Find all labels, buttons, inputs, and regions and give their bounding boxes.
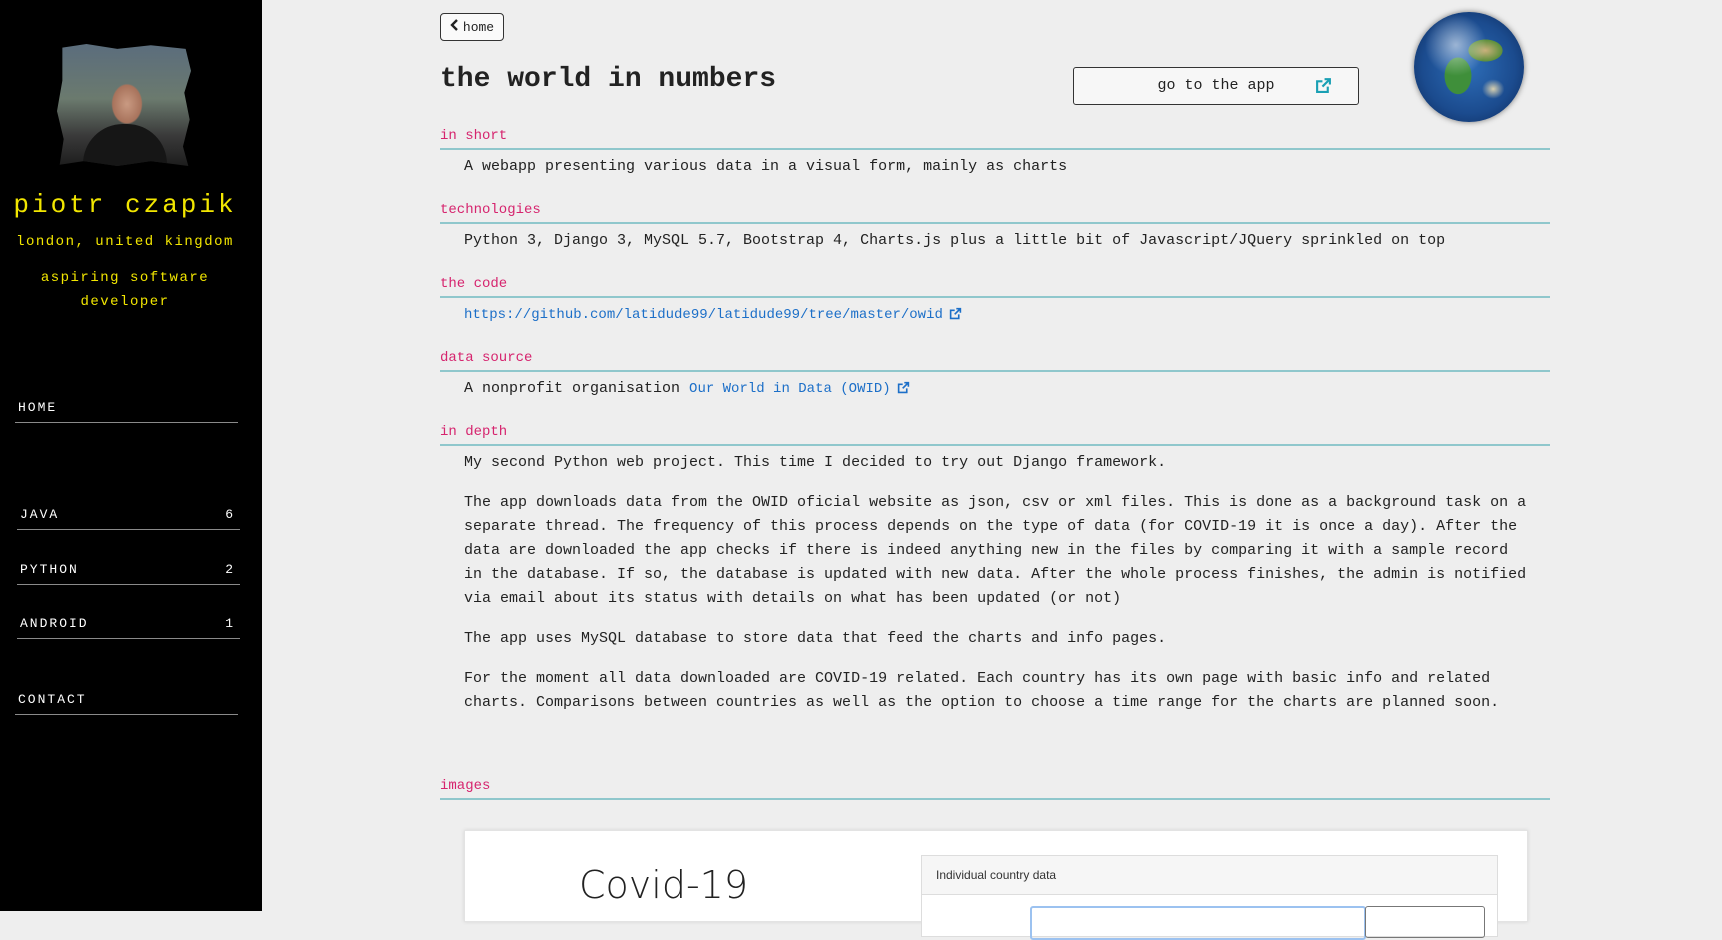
home-button-label: home [462,19,495,35]
nav-item-home[interactable]: HOME [15,398,238,423]
nav-item-label: PYTHON [20,562,79,577]
in-depth-paragraph: The app downloads data from the OWID ofi… [464,494,1527,607]
section-heading-label: the code [440,276,508,292]
app-screenshot-preview[interactable]: Covid-19 Individual country data [464,830,1528,940]
page-title: the world in numbers [440,64,777,95]
in-short-text: A webapp presenting various data in a vi… [464,158,1068,175]
section-heading-label: technologies [440,202,541,218]
the-code-row: https://github.com/latidude99/latidude99… [464,303,1534,329]
profile-role: aspiring software developer [40,270,210,310]
section-heading-label: images [440,778,491,794]
external-link-icon[interactable] [949,305,962,329]
section-heading-in-short: in short [440,128,1550,150]
nav-item-count: 6 [225,507,235,522]
section-heading-technologies: technologies [440,202,1550,224]
preview-panel-title: Individual country data [922,856,1497,895]
owid-link[interactable]: Our World in Data (OWID) [689,381,891,397]
nav-item-label: HOME [18,400,58,415]
nav-item-contact[interactable]: CONTACT [15,690,238,715]
earth-globe-icon [1414,12,1524,122]
nav-item-count: 2 [225,562,235,577]
nav-item-android[interactable]: ANDROID 1 [17,614,240,639]
data-source-prefix: A nonprofit organisation [464,380,690,397]
nav-item-count: 1 [225,616,235,631]
in-depth-paragraph: The app uses MySQL database to store dat… [464,630,1167,647]
preview-input [1030,906,1366,940]
section-heading-label: in depth [440,424,508,440]
avatar [57,44,191,166]
sidebar: piotr czapik london, united kingdom aspi… [0,0,262,911]
section-heading-the-code: the code [440,276,1550,298]
preview-title: Covid-19 [579,863,749,907]
technologies-text: Python 3, Django 3, MySQL 5.7, Bootstrap… [464,232,1446,249]
data-source-row: A nonprofit organisation Our World in Da… [464,377,1534,403]
section-heading-label: data source [440,350,533,366]
section-heading-label: in short [440,128,508,144]
chevron-left-icon [450,19,459,35]
external-link-icon [1315,77,1332,99]
nav-item-python[interactable]: PYTHON 2 [17,560,240,585]
nav-item-label: JAVA [20,507,60,522]
home-button[interactable]: home [440,13,504,41]
profile-location: london, united kingdom [16,234,234,250]
external-link-icon[interactable] [897,379,910,403]
in-depth-paragraph: For the moment all data downloaded are C… [464,670,1500,711]
go-to-app-button[interactable]: go to the app [1073,67,1359,105]
preview-panel: Individual country data [921,855,1498,940]
section-heading-in-depth: in depth [440,424,1550,446]
in-depth-paragraph: My second Python web project. This time … [464,454,1167,471]
section-heading-images: images [440,778,1550,800]
nav-item-label: ANDROID [20,616,89,631]
section-heading-data-source: data source [440,350,1550,372]
github-link[interactable]: https://github.com/latidude99/latidude99… [464,307,943,323]
nav-item-java[interactable]: JAVA 6 [17,505,240,530]
profile-name: piotr czapik [13,190,237,220]
nav-item-label: CONTACT [18,692,87,707]
